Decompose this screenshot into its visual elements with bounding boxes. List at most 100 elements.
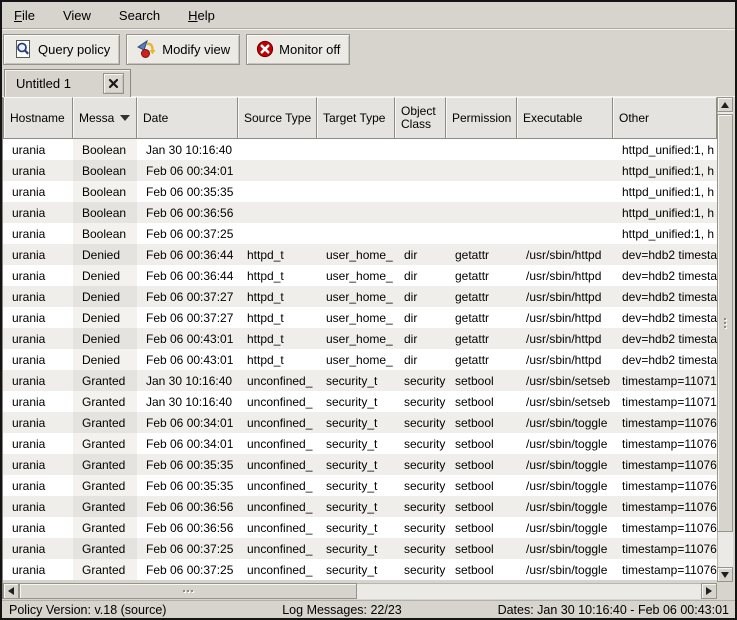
table-cell: Boolean: [73, 139, 137, 160]
column-header-source-type[interactable]: Source Type: [238, 97, 317, 139]
table-row[interactable]: uraniaBooleanFeb 06 00:36:56httpd_unifie…: [3, 202, 717, 223]
tab-untitled-1[interactable]: Untitled 1: [4, 69, 131, 97]
scroll-up-button[interactable]: [717, 97, 733, 112]
column-header-permission[interactable]: Permission: [446, 97, 517, 139]
dates-status: Dates: Jan 30 10:16:40 - Feb 06 00:43:01: [498, 603, 729, 617]
table-row[interactable]: uraniaDeniedFeb 06 00:43:01httpd_tuser_h…: [3, 349, 717, 370]
table-cell: security: [395, 433, 446, 454]
column-header-executable[interactable]: Executable: [517, 97, 613, 139]
table-cell: security: [395, 517, 446, 538]
table-row[interactable]: uraniaGrantedFeb 06 00:35:35unconfined_s…: [3, 454, 717, 475]
column-header-date[interactable]: Date: [137, 97, 238, 139]
table-cell: [395, 223, 446, 244]
horizontal-scrollbar[interactable]: [3, 583, 717, 599]
table-cell: Denied: [73, 328, 137, 349]
table-cell: urania: [3, 517, 73, 538]
table-cell: setbool: [446, 433, 517, 454]
table-cell: Feb 06 00:36:44: [137, 265, 238, 286]
column-header-other[interactable]: Other: [613, 97, 717, 139]
vertical-scrollbar-thumb[interactable]: [717, 114, 733, 532]
table-cell: security_t: [317, 517, 395, 538]
table-row[interactable]: uraniaGrantedFeb 06 00:36:56unconfined_s…: [3, 517, 717, 538]
table-row[interactable]: uraniaDeniedFeb 06 00:37:27httpd_tuser_h…: [3, 286, 717, 307]
table-cell: setbool: [446, 412, 517, 433]
tab-close-button[interactable]: [103, 73, 124, 94]
menu-item-search[interactable]: Search: [112, 4, 167, 27]
table-cell: httpd_t: [238, 244, 317, 265]
table-row[interactable]: uraniaDeniedFeb 06 00:37:27httpd_tuser_h…: [3, 307, 717, 328]
monitor-off-icon: [256, 40, 274, 58]
column-header-object-class[interactable]: Object Class: [395, 97, 446, 139]
table-cell: dir: [395, 328, 446, 349]
table-row[interactable]: uraniaBooleanFeb 06 00:37:25httpd_unifie…: [3, 223, 717, 244]
table-cell: dir: [395, 307, 446, 328]
table-cell: Denied: [73, 286, 137, 307]
table-row[interactable]: uraniaBooleanJan 30 10:16:40httpd_unifie…: [3, 139, 717, 160]
monitor-off-button[interactable]: Monitor off: [246, 34, 350, 65]
table-row[interactable]: uraniaDeniedFeb 06 00:36:44httpd_tuser_h…: [3, 244, 717, 265]
scroll-right-button[interactable]: [701, 583, 717, 599]
table-cell: user_home_: [317, 307, 395, 328]
table-row[interactable]: uraniaGrantedJan 30 10:16:40unconfined_s…: [3, 391, 717, 412]
table-row[interactable]: uraniaGrantedFeb 06 00:35:35unconfined_s…: [3, 475, 717, 496]
table-cell: [517, 202, 613, 223]
table-cell: /usr/sbin/toggle: [517, 475, 613, 496]
table-cell: timestamp=11076: [613, 454, 717, 475]
table-row[interactable]: uraniaGrantedJan 30 10:16:40unconfined_s…: [3, 370, 717, 391]
table-body: uraniaBooleanJan 30 10:16:40httpd_unifie…: [3, 139, 717, 580]
table-cell: Feb 06 00:37:25: [137, 559, 238, 580]
column-header-messa[interactable]: Messa: [73, 97, 137, 139]
menu-item-help[interactable]: Help: [181, 4, 222, 27]
table-cell: Feb 06 00:43:01: [137, 328, 238, 349]
table-row[interactable]: uraniaGrantedFeb 06 00:36:56unconfined_s…: [3, 496, 717, 517]
table-cell: httpd_unified:1, h: [613, 160, 717, 181]
vertical-scrollbar[interactable]: [717, 97, 733, 582]
modify-view-button[interactable]: Modify view: [126, 34, 240, 65]
table-cell: setbool: [446, 454, 517, 475]
table-cell: /usr/sbin/setseb: [517, 391, 613, 412]
table-row[interactable]: uraniaBooleanFeb 06 00:34:01httpd_unifie…: [3, 160, 717, 181]
table-row[interactable]: uraniaGrantedFeb 06 00:34:01unconfined_s…: [3, 412, 717, 433]
query-policy-button[interactable]: Query policy: [3, 34, 120, 65]
table-cell: getattr: [446, 307, 517, 328]
scroll-down-button[interactable]: [717, 567, 733, 582]
table-cell: [517, 139, 613, 160]
table-cell: [317, 139, 395, 160]
menu-item-file[interactable]: File: [7, 4, 42, 27]
table-row[interactable]: uraniaDeniedFeb 06 00:43:01httpd_tuser_h…: [3, 328, 717, 349]
table-row[interactable]: uraniaGrantedFeb 06 00:37:25unconfined_s…: [3, 538, 717, 559]
table-cell: unconfined_: [238, 538, 317, 559]
menu-bar: File View Search Help: [2, 2, 735, 28]
table-cell: Denied: [73, 307, 137, 328]
column-header-label: Object Class: [401, 105, 441, 131]
table-cell: httpd_unified:1, h: [613, 139, 717, 160]
table-cell: dev=hdb2 timesta: [613, 265, 717, 286]
table-cell: /usr/sbin/httpd: [517, 286, 613, 307]
column-header-label: Date: [143, 112, 168, 125]
table-cell: /usr/sbin/httpd: [517, 307, 613, 328]
column-header-target-type[interactable]: Target Type: [317, 97, 395, 139]
table-cell: unconfined_: [238, 433, 317, 454]
horizontal-scrollbar-thumb[interactable]: [19, 583, 357, 599]
column-header-hostname[interactable]: Hostname: [3, 97, 73, 139]
table-cell: Jan 30 10:16:40: [137, 391, 238, 412]
table-cell: unconfined_: [238, 412, 317, 433]
table-row[interactable]: uraniaBooleanFeb 06 00:35:35httpd_unifie…: [3, 181, 717, 202]
menu-item-view[interactable]: View: [56, 4, 98, 27]
table-cell: urania: [3, 475, 73, 496]
table-cell: security_t: [317, 412, 395, 433]
table-cell: [238, 223, 317, 244]
log-messages-status: Log Messages: 22/23: [282, 603, 402, 617]
table-cell: unconfined_: [238, 496, 317, 517]
table-cell: Feb 06 00:36:56: [137, 496, 238, 517]
table-cell: Jan 30 10:16:40: [137, 139, 238, 160]
table-cell: security: [395, 412, 446, 433]
table-cell: Jan 30 10:16:40: [137, 370, 238, 391]
table-cell: [446, 160, 517, 181]
table-row[interactable]: uraniaGrantedFeb 06 00:37:25unconfined_s…: [3, 559, 717, 580]
scroll-left-button[interactable]: [3, 583, 19, 599]
table-row[interactable]: uraniaGrantedFeb 06 00:34:01unconfined_s…: [3, 433, 717, 454]
table-cell: urania: [3, 202, 73, 223]
table-cell: httpd_t: [238, 307, 317, 328]
table-row[interactable]: uraniaDeniedFeb 06 00:36:44httpd_tuser_h…: [3, 265, 717, 286]
